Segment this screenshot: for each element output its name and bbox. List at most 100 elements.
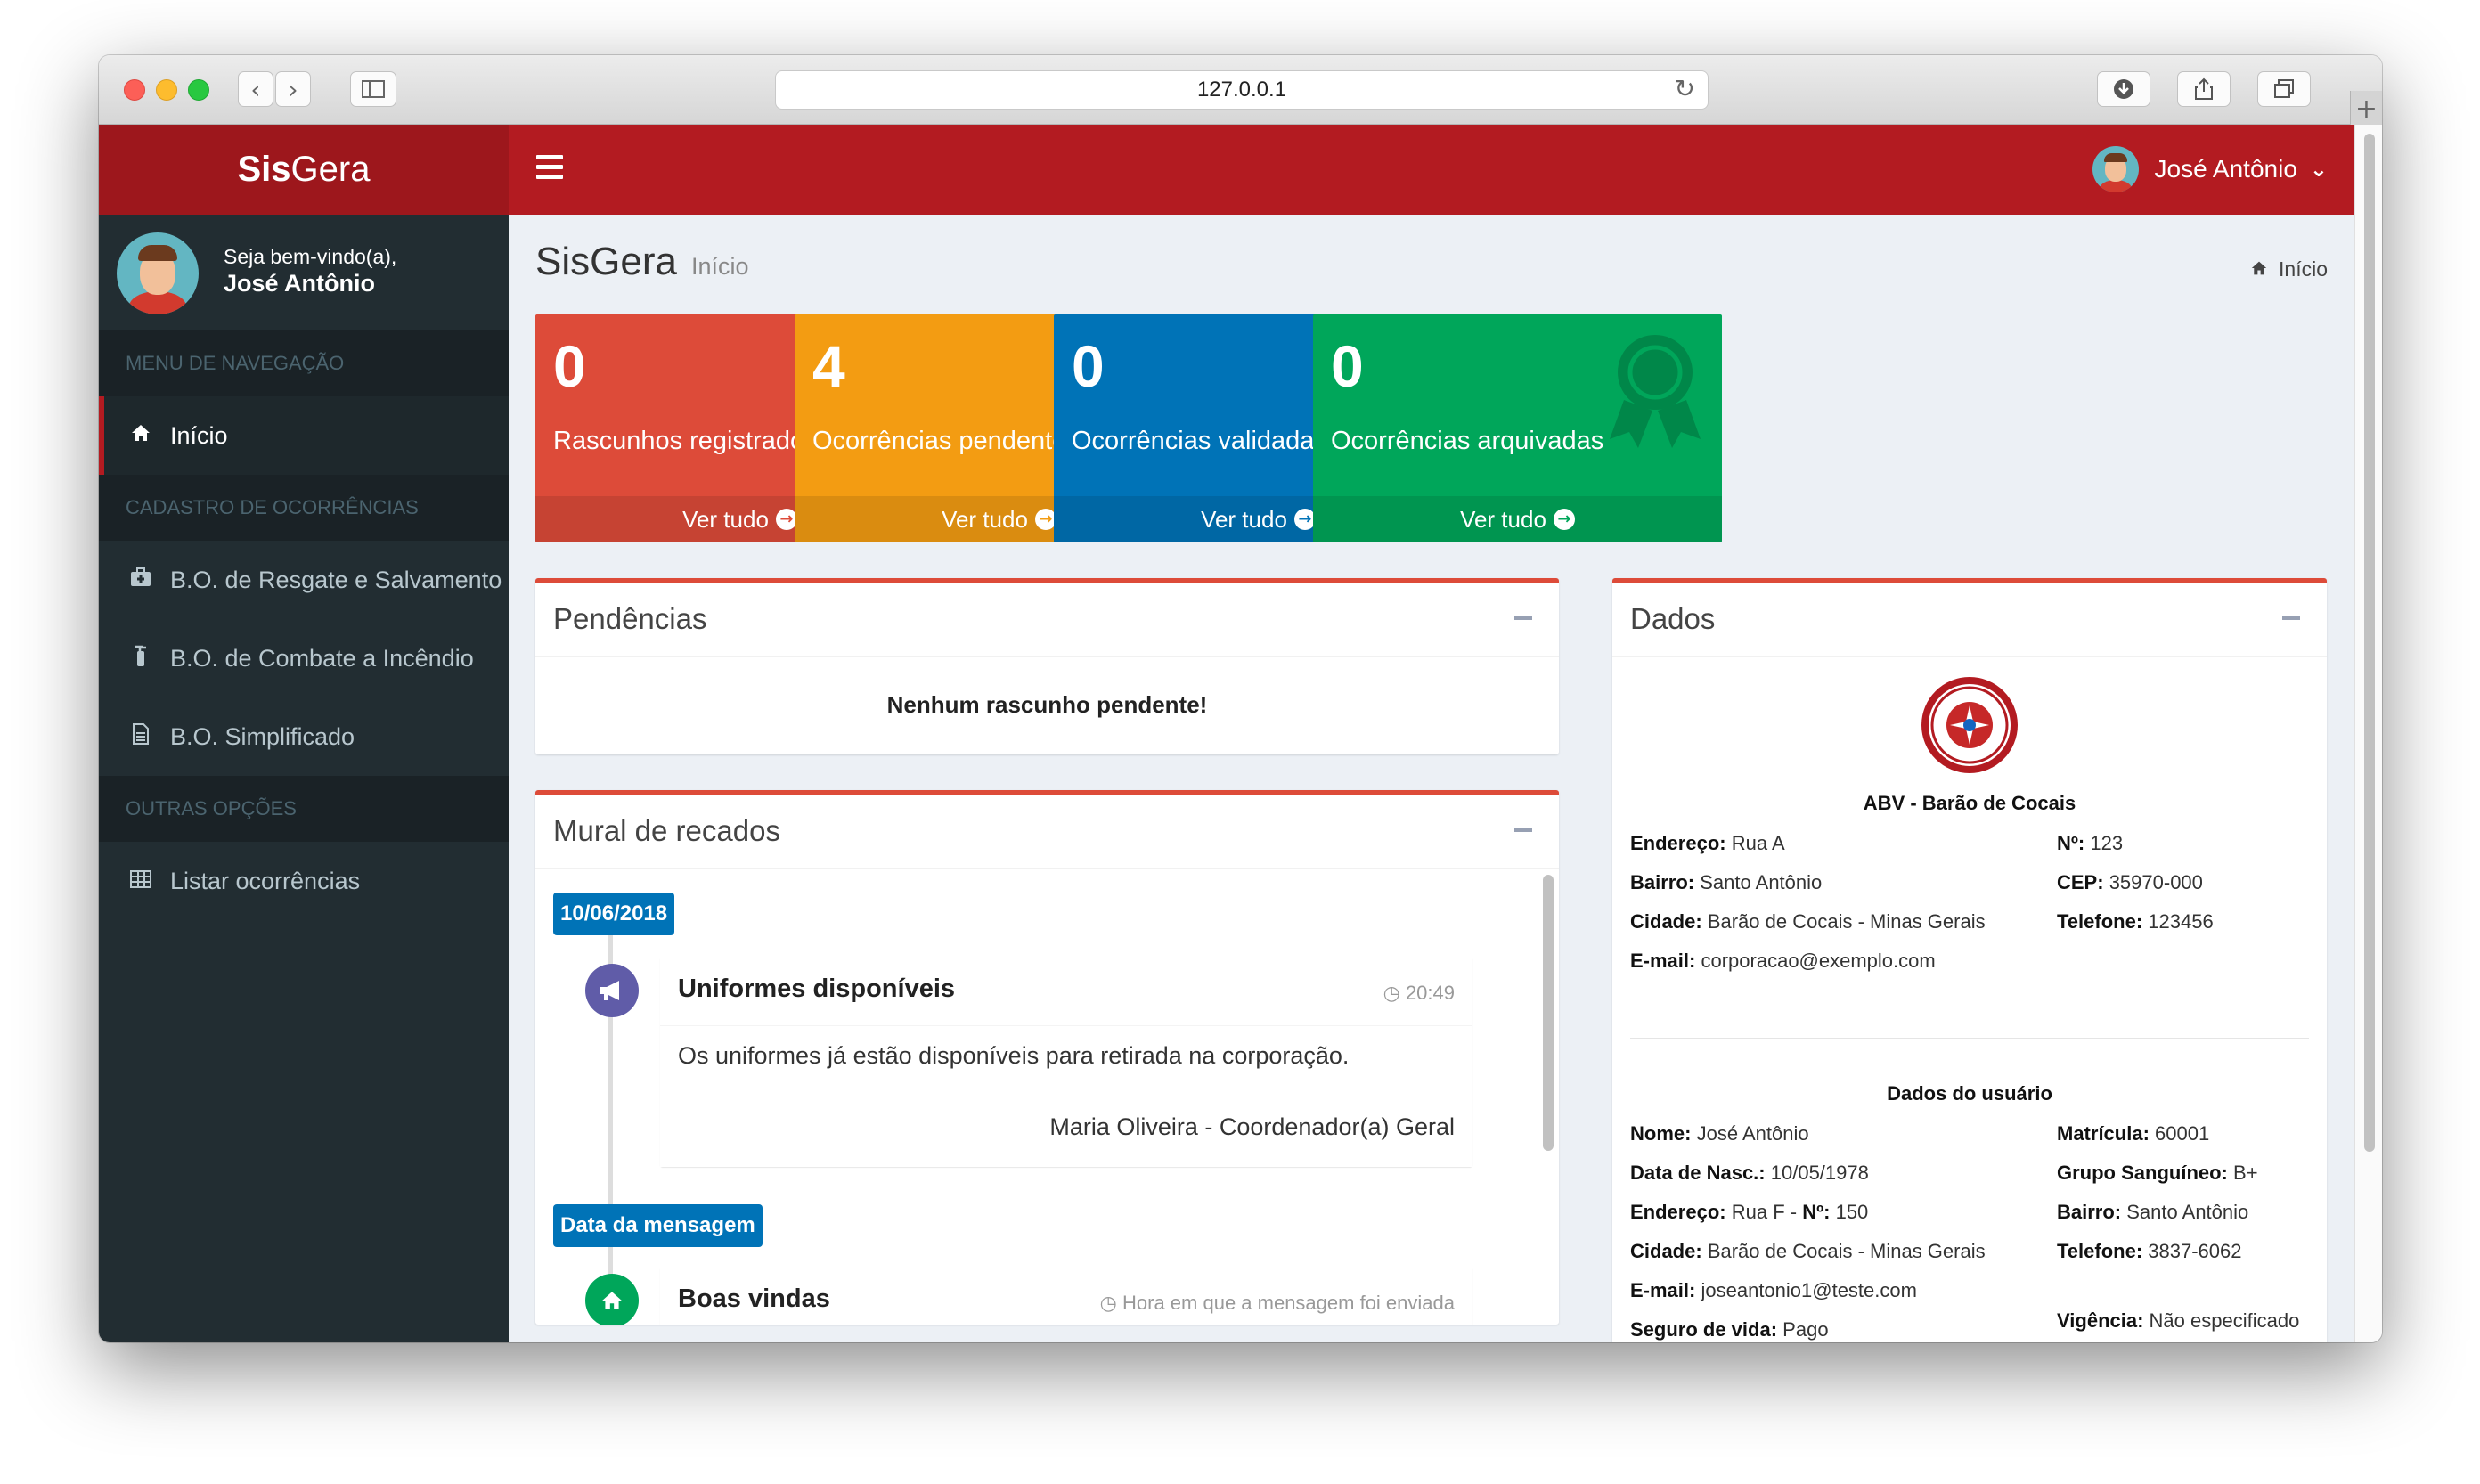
collapse-icon[interactable] <box>1514 828 1532 832</box>
browser-toolbar: ‹ › 127.0.0.1 ↻ + <box>99 55 2382 126</box>
box-title: Dados <box>1630 602 1716 635</box>
user-bairro: Bairro: Santo Antônio <box>2057 1201 2249 1223</box>
page-subtitle: Início <box>690 253 749 280</box>
collapse-icon[interactable] <box>1514 616 1532 620</box>
box-title: Pendências <box>553 602 707 635</box>
sidebar-item-label: B.O. de Resgate e Salvamento <box>170 566 502 593</box>
stat-label: Ocorrências pendentes <box>812 427 1080 455</box>
fire-extinguisher-icon <box>129 644 152 673</box>
timeline-item: Boas vindas ◷ Hora em que a mensagem foi… <box>660 1267 1472 1325</box>
content-wrapper: SisGera Início Início 0 Rascunhos registr… <box>509 215 2354 1342</box>
menu-toggle-icon[interactable] <box>536 155 563 182</box>
app-logo[interactable]: Sis Gera <box>99 125 509 215</box>
org-name: ABV - Barão de Cocais <box>1863 792 2076 814</box>
user-menu[interactable]: José Antônio ⌄ <box>2092 146 2328 192</box>
minimize-window-button[interactable] <box>156 79 177 101</box>
sidebar-item-label: Início <box>170 421 228 449</box>
box-header: Pendências <box>535 583 1559 657</box>
sidebar-item-label: B.O. Simplificado <box>170 722 355 750</box>
close-window-button[interactable] <box>124 79 145 101</box>
user-endereco: Endereço: Rua F - Nº: 150 <box>1630 1201 1869 1223</box>
timeline-header: Uniformes disponíveis ◷ 20:49 <box>660 957 1472 1026</box>
stat-value: 4 <box>812 333 845 399</box>
timeline-time: ◷ Hora em que a mensagem foi enviada <box>1100 1292 1455 1315</box>
main-header: Sis Gera José Antônio ⌄ <box>99 125 2354 215</box>
timeline-header: Boas vindas ◷ Hora em que a mensagem foi… <box>660 1267 1472 1325</box>
logo-bold-text: Sis <box>237 150 291 189</box>
sidebar-item-listar[interactable]: Listar ocorrências <box>99 842 509 920</box>
table-icon <box>129 868 152 893</box>
address-bar[interactable]: 127.0.0.1 ↻ <box>775 70 1709 110</box>
home-icon <box>129 423 152 448</box>
user-sangue: Grupo Sanguíneo: B+ <box>2057 1162 2258 1184</box>
stat-label: Rascunhos registrados <box>553 427 818 455</box>
bullhorn-icon <box>585 964 639 1017</box>
sidebar-item-simplificado[interactable]: B.O. Simplificado <box>99 697 509 776</box>
user-seguro: Seguro de vida: Pago <box>1630 1318 1829 1341</box>
timeline-body: Os uniformes já estão disponíveis para r… <box>660 1026 1472 1167</box>
timeline-time: ◷ 20:49 <box>1383 982 1455 1005</box>
scrollbar-thumb[interactable] <box>2364 134 2375 1152</box>
forward-icon[interactable]: › <box>275 71 311 107</box>
user-cidade: Cidade: Barão de Cocais - Minas Gerais <box>1630 1240 1986 1262</box>
web-page: Sis Gera José Antônio ⌄ Seja bem-vindo(a… <box>99 125 2354 1342</box>
org-numero: Nº: 123 <box>2057 832 2124 854</box>
sidebar-item-incendio[interactable]: B.O. de Combate a Incêndio <box>99 619 509 697</box>
stat-footer-link[interactable]: Ver tudo → <box>1313 496 1722 542</box>
new-tab-icon[interactable]: + <box>2350 91 2382 126</box>
dados-box: Dados ABV - Barão de Cocais Endereço: Ru… <box>1612 578 2327 1342</box>
sidebar-item-resgate[interactable]: B.O. de Resgate e Salvamento <box>99 541 509 619</box>
mural-box: Mural de recados 10/06/2018 Uniformes di… <box>535 790 1559 1325</box>
downloads-icon[interactable] <box>2097 71 2150 107</box>
org-telefone: Telefone: 123456 <box>2057 910 2214 933</box>
back-icon[interactable]: ‹ <box>238 71 273 107</box>
cadastro-section-header: CADASTRO DE OCORRÊNCIAS <box>99 475 509 541</box>
timeline-item: Uniformes disponíveis ◷ 20:49 Os uniform… <box>660 957 1472 1167</box>
timeline-date-badge: Data da mensagem <box>553 1204 763 1247</box>
reload-icon[interactable]: ↻ <box>1675 74 1695 103</box>
user-nome: Nome: José Antônio <box>1630 1122 1809 1145</box>
timeline-title: Uniformes disponíveis <box>678 974 956 1003</box>
file-text-icon <box>129 722 152 751</box>
sidebar-toggle-icon[interactable] <box>350 71 396 107</box>
page-title-text: SisGera <box>535 240 677 283</box>
user-panel: Seja bem-vindo(a), José Antônio <box>99 215 509 330</box>
welcome-text: Seja bem-vindo(a), José Antônio <box>224 243 396 297</box>
user-menu-name: José Antônio <box>2154 155 2297 183</box>
mural-scrollbar[interactable] <box>1543 875 1554 1151</box>
arrow-circle-right-icon: → <box>1553 509 1575 530</box>
page-scrollbar[interactable] <box>2354 125 2382 1342</box>
org-email: E-mail: corporacao@exemplo.com <box>1630 950 1936 972</box>
box-header: Dados <box>1612 583 2327 657</box>
stat-link-text: Ver tudo <box>1201 505 1287 533</box>
breadcrumb[interactable]: Início <box>2250 257 2328 281</box>
user-matricula: Matrícula: 60001 <box>2057 1122 2210 1145</box>
award-icon <box>1606 332 1704 453</box>
pendencias-box: Pendências Nenhum rascunho pendente! <box>535 578 1559 754</box>
browser-window: ‹ › 127.0.0.1 ↻ + Sis Gera José Antônio … <box>99 55 2382 1342</box>
user-email: E-mail: joseantonio1@teste.com <box>1630 1279 1917 1301</box>
timeline-time-text: Hora em que a mensagem foi enviada <box>1122 1292 1455 1314</box>
user-telefone: Telefone: 3837-6062 <box>2057 1240 2242 1262</box>
timeline-author: Maria Oliveira - Coordenador(a) Geral <box>1049 1113 1455 1140</box>
welcome-greeting: Seja bem-vindo(a), <box>224 245 397 268</box>
tabs-overview-icon[interactable] <box>2257 71 2311 107</box>
stat-label: Ocorrências arquivadas <box>1331 427 1604 455</box>
logo-light-text: Gera <box>290 150 371 189</box>
sidebar-item-label: Listar ocorrências <box>170 867 361 894</box>
collapse-icon[interactable] <box>2282 616 2300 620</box>
medkit-icon <box>129 567 152 592</box>
org-bairro: Bairro: Santo Antônio <box>1630 871 1823 893</box>
share-icon[interactable] <box>2177 71 2231 107</box>
user-nascimento: Data de Nasc.: 10/05/1978 <box>1630 1162 1869 1184</box>
zoom-window-button[interactable] <box>188 79 209 101</box>
home-icon <box>585 1274 639 1325</box>
pendencias-message: Nenhum rascunho pendente! <box>886 691 1208 718</box>
org-cep: CEP: 35970-000 <box>2057 871 2203 893</box>
sidebar-item-inicio[interactable]: Início <box>99 396 509 475</box>
user-avatar <box>2092 146 2139 192</box>
chevron-down-icon: ⌄ <box>2309 157 2328 182</box>
stat-value: 0 <box>1331 333 1364 399</box>
stat-link-text: Ver tudo <box>1460 505 1546 533</box>
stat-label: Ocorrências validadas <box>1072 427 1327 455</box>
